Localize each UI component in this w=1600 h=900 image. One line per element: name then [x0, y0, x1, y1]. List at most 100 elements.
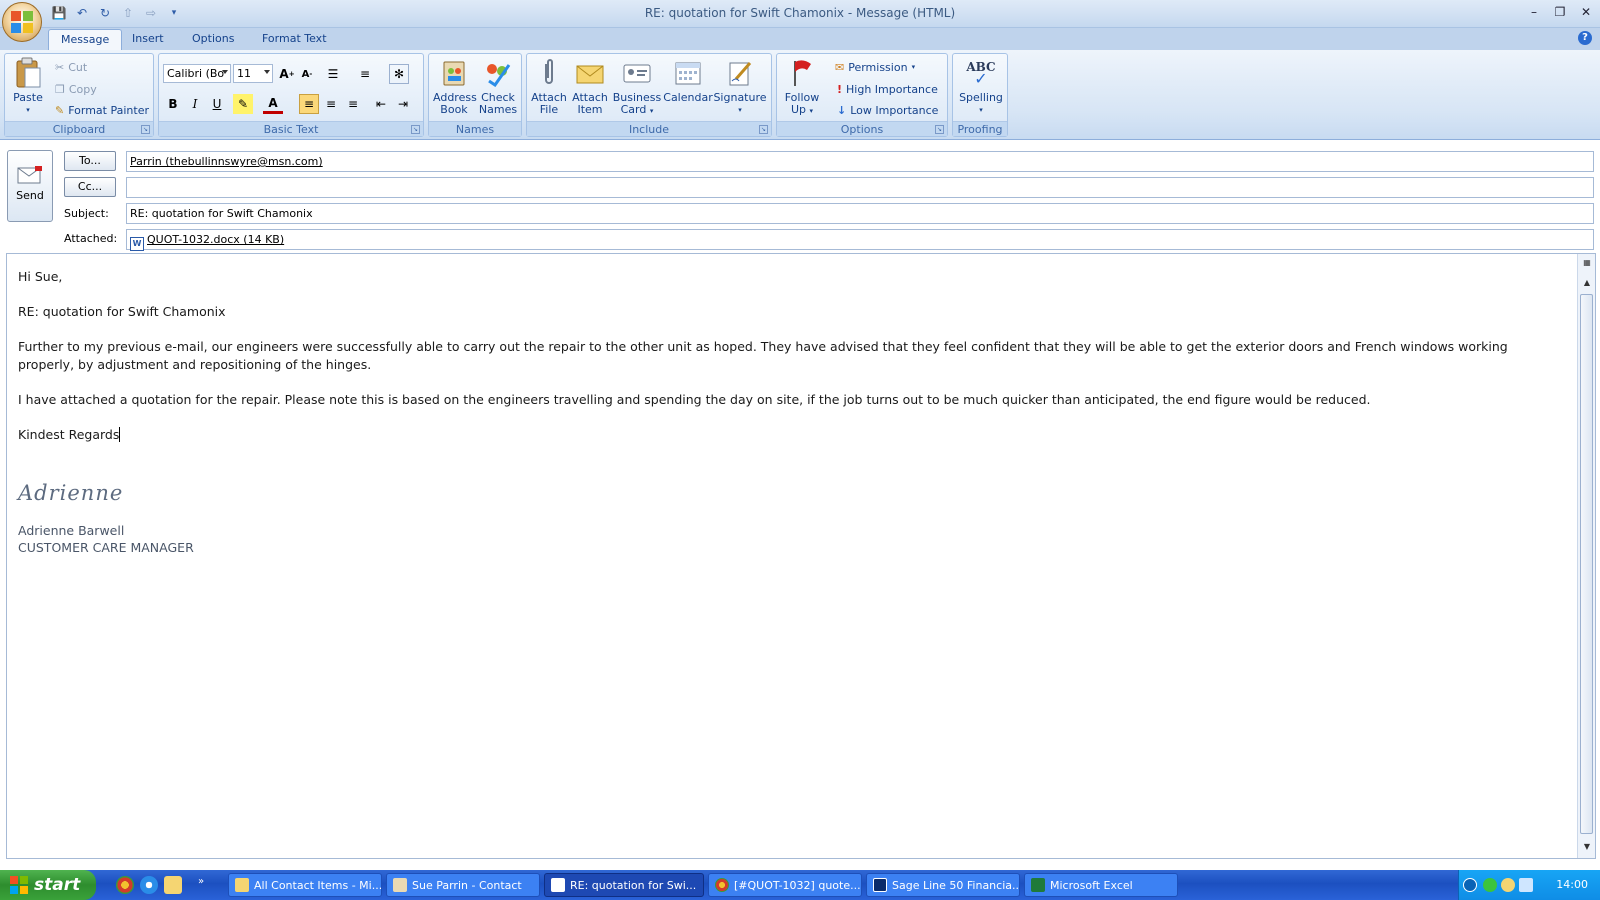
basic-text-launcher-icon[interactable]: ↘ [411, 125, 420, 134]
permission-button[interactable]: ✉ Permission ▾ [835, 58, 915, 76]
connection-icon[interactable] [1519, 878, 1533, 892]
align-center-icon[interactable]: ≡ [321, 94, 341, 114]
outlook-tray-icon[interactable] [1501, 878, 1515, 892]
decrease-indent-icon[interactable]: ⇤ [371, 94, 391, 114]
attached-field[interactable]: W QUOT-1032.docx (14 KB) [126, 229, 1594, 251]
format-painter-button[interactable]: ✎ Format Painter [55, 101, 149, 119]
paste-button[interactable]: Paste ▾ [9, 57, 47, 116]
sage-icon [873, 878, 887, 892]
tray-expand-icon[interactable] [1463, 878, 1477, 892]
business-card-icon [621, 57, 653, 89]
task-sue-parrin-contact[interactable]: Sue Parrin - Contact [386, 873, 540, 897]
font-size-combo[interactable]: 11 [233, 64, 273, 83]
to-recipient[interactable]: Parrin (thebullinnswyre@msn.com) [130, 155, 323, 168]
internet-explorer-icon[interactable] [140, 876, 158, 894]
send-button[interactable]: Send [7, 150, 53, 222]
start-button[interactable]: start [0, 870, 96, 900]
message-body[interactable]: Hi Sue, RE: quotation for Swift Chamonix… [6, 253, 1596, 859]
minimize-icon[interactable]: – [1526, 4, 1542, 20]
align-right-icon[interactable]: ≡ [343, 94, 363, 114]
chrome-icon[interactable] [116, 876, 134, 894]
window-controls: – ❐ ✕ [1526, 4, 1594, 20]
increase-indent-icon[interactable]: ⇥ [393, 94, 413, 114]
basic-text-group-label: Basic Text [159, 121, 423, 136]
to-button[interactable]: To... [64, 151, 116, 171]
tab-message[interactable]: Message [48, 29, 123, 50]
task-microsoft-excel[interactable]: Microsoft Excel [1024, 873, 1178, 897]
address-book-button[interactable]: Address Book [433, 57, 477, 116]
outlook-icon[interactable] [164, 876, 182, 894]
network-status-icon[interactable] [1483, 878, 1497, 892]
task-quotation-message[interactable]: RE: quotation for Swi... [544, 873, 704, 897]
task-chrome-quote[interactable]: [#QUOT-1032] quote... [708, 873, 862, 897]
tab-options[interactable]: Options [180, 29, 246, 50]
tab-format-text[interactable]: Format Text [250, 29, 339, 50]
system-clock: 14:00 [1556, 878, 1588, 891]
highlight-icon[interactable]: ✎ [233, 94, 253, 114]
follow-up-button[interactable]: Follow Up ▾ [781, 57, 823, 117]
scroll-down-icon[interactable]: ▼ [1581, 842, 1593, 854]
task-contact-items[interactable]: All Contact Items - Mi... [228, 873, 382, 897]
options-launcher-icon[interactable]: ↘ [935, 125, 944, 134]
tab-insert[interactable]: Insert [120, 29, 176, 50]
check-names-button[interactable]: Check Names [477, 57, 519, 116]
paintbrush-icon: ✎ [55, 103, 65, 117]
to-field[interactable]: Parrin (thebullinnswyre@msn.com) [126, 151, 1594, 172]
italic-button[interactable]: I [185, 94, 205, 114]
attach-item-button[interactable]: Attach Item [569, 57, 611, 116]
numbering-icon[interactable]: ≡ [355, 64, 375, 84]
font-color-icon[interactable]: A [263, 94, 283, 114]
font-name-combo[interactable]: Calibri (Bo [163, 64, 231, 83]
calendar-button[interactable]: Calendar [663, 57, 713, 104]
high-importance-button[interactable]: ! High Importance [837, 80, 938, 98]
spelling-button[interactable]: ABC ✓ Spelling ▾ [957, 57, 1005, 116]
bold-button[interactable]: B [163, 94, 183, 114]
copy-button[interactable]: ❐ Copy [55, 80, 97, 98]
chevron-down-icon: ▾ [649, 107, 654, 115]
paste-dropdown-icon[interactable]: ▾ [9, 104, 47, 116]
align-left-icon[interactable]: ≡ [299, 94, 319, 114]
signature-button[interactable]: Signature ▾ [713, 57, 767, 116]
paperclip-icon [533, 57, 565, 89]
body-paragraph-1: Further to my previous e-mail, our engin… [18, 339, 1508, 372]
windows-flag-icon [10, 876, 28, 894]
cut-button[interactable]: ✂ Cut [55, 58, 87, 76]
clear-formatting-icon[interactable]: ✻ [389, 64, 409, 84]
chevron-down-icon[interactable]: ▾ [713, 104, 767, 116]
task-sage-line-50[interactable]: Sage Line 50 Financia... [866, 873, 1020, 897]
closing-line: Kindest Regards [18, 427, 121, 442]
shrink-font-button[interactable]: A- [297, 64, 317, 84]
ribbon: Paste ▾ ✂ Cut ❐ Copy ✎ Format Painter Clipb… [0, 50, 1600, 140]
ruler-toggle-icon[interactable]: ▦ [1581, 258, 1593, 270]
office-button[interactable] [2, 2, 42, 42]
signature-icon [724, 57, 756, 89]
low-importance-button[interactable]: ↓ Low Importance [837, 101, 938, 119]
chevron-down-icon[interactable]: ▾ [957, 104, 1005, 116]
subject-field[interactable]: RE: quotation for Swift Chamonix [126, 203, 1594, 224]
cc-button[interactable]: Cc... [64, 177, 116, 197]
clipboard-launcher-icon[interactable]: ↘ [141, 125, 150, 134]
grow-font-button[interactable]: A + [277, 64, 297, 84]
message-icon [551, 878, 565, 892]
message-body-text[interactable]: Hi Sue, RE: quotation for Swift Chamonix… [18, 268, 1558, 556]
vertical-scrollbar[interactable]: ▦ ▲ ▼ [1577, 254, 1595, 858]
help-icon[interactable]: ? [1578, 31, 1592, 45]
cc-field[interactable] [126, 177, 1594, 198]
attachment-link[interactable]: QUOT-1032.docx (14 KB) [147, 233, 284, 246]
scroll-up-icon[interactable]: ▲ [1581, 278, 1593, 290]
scrollbar-thumb[interactable] [1580, 294, 1593, 834]
options-group-label: Options [777, 121, 947, 136]
quick-launch-overflow-icon[interactable]: » [198, 876, 204, 887]
underline-button[interactable]: U [207, 94, 227, 114]
business-card-button[interactable]: Business Card ▾ [611, 57, 663, 117]
close-icon[interactable]: ✕ [1578, 4, 1594, 20]
taskbar: start » All Contact Items - Mi... Sue Pa… [0, 870, 1600, 900]
bullets-icon[interactable]: ☰ [323, 64, 343, 84]
signature-name: Adrienne Barwell [18, 523, 125, 538]
word-document-icon: W [130, 237, 144, 251]
spelling-icon: ABC ✓ [966, 60, 996, 88]
attach-file-button[interactable]: Attach File [529, 57, 569, 116]
restore-icon[interactable]: ❐ [1552, 4, 1568, 20]
system-tray: 14:00 [1458, 870, 1600, 900]
include-launcher-icon[interactable]: ↘ [759, 125, 768, 134]
